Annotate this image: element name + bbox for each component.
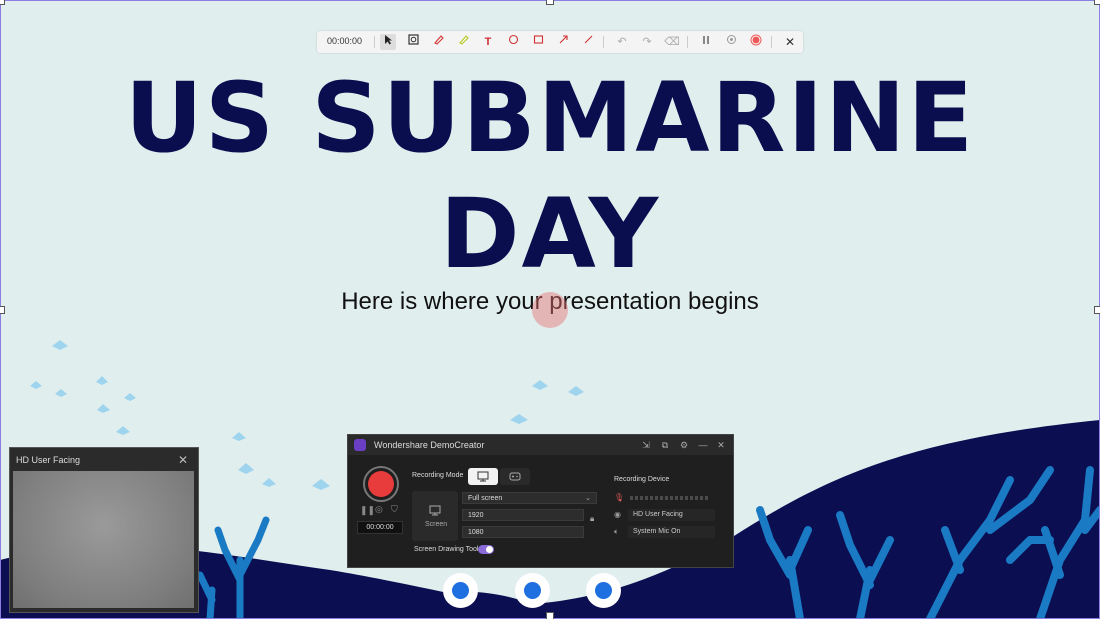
speaker-icon[interactable]: 🔈︎ xyxy=(614,527,619,537)
drawing-tool-toggle[interactable] xyxy=(478,545,494,554)
export-icon[interactable]: ⇲ xyxy=(640,439,652,451)
webcam-title: HD User Facing xyxy=(16,455,81,465)
recorder-panel: Wondershare DemoCreator ⇲ ⧉ ⚙ — ✕ ❚❚ ◎ ⛉… xyxy=(347,434,734,568)
screenshot-icon[interactable]: ⧉ xyxy=(659,439,671,451)
recording-device-label: Recording Device xyxy=(614,476,670,483)
screen-source[interactable]: Screen xyxy=(412,491,458,541)
circle-icon[interactable] xyxy=(505,34,521,50)
resize-handle-top[interactable] xyxy=(546,0,554,5)
text-icon[interactable]: T xyxy=(480,34,496,50)
aspect-lock-icon[interactable]: 🔒︎ xyxy=(590,514,594,524)
pause-icon[interactable] xyxy=(698,34,714,50)
rectangle-icon[interactable] xyxy=(530,34,546,50)
shield-icon[interactable]: ⛉ xyxy=(391,504,398,515)
restart-icon[interactable]: ◎ xyxy=(375,504,383,515)
recording-timer: 00:00:00 xyxy=(357,521,403,534)
pause-icon[interactable]: ❚❚ xyxy=(360,505,375,516)
highlighter-icon[interactable] xyxy=(455,34,471,50)
eraser-icon[interactable]: ⌫ xyxy=(664,34,680,50)
close-icon[interactable]: ✕ xyxy=(782,34,798,50)
restart-icon[interactable] xyxy=(723,34,739,50)
recorder-title: Wondershare DemoCreator xyxy=(374,440,485,450)
settings-icon[interactable]: ⚙ xyxy=(678,439,690,451)
toggle-knob xyxy=(486,546,493,553)
arrow-icon[interactable] xyxy=(555,34,571,50)
record-dot xyxy=(368,471,394,497)
resize-handle-right[interactable] xyxy=(1094,306,1100,314)
drawing-tool-label: Screen Drawing Tool xyxy=(414,546,479,553)
toolbar-divider xyxy=(771,36,772,48)
webcam-preview-window[interactable]: HD User Facing ✕ xyxy=(9,447,199,613)
recorder-titlebar[interactable]: Wondershare DemoCreator ⇲ ⧉ ⚙ — ✕ xyxy=(348,435,733,455)
pen-icon[interactable] xyxy=(430,34,446,50)
camera-device[interactable]: HD User Facing xyxy=(628,509,715,521)
cursor-icon[interactable] xyxy=(380,34,396,50)
capture-area-dropdown[interactable]: Full screen ⌄ xyxy=(462,492,597,504)
screen-mode-button[interactable] xyxy=(468,468,498,485)
resize-handle-bottom[interactable] xyxy=(546,612,554,619)
close-icon[interactable]: ✕ xyxy=(715,439,727,451)
redo-icon[interactable]: ↷ xyxy=(639,34,655,50)
height-input[interactable]: 1080 xyxy=(462,526,584,538)
line-icon[interactable] xyxy=(580,34,596,50)
slide-nav-dot[interactable] xyxy=(443,573,478,608)
toolbar-divider xyxy=(603,36,604,48)
slide-nav-dot[interactable] xyxy=(586,573,621,608)
screen-drawing-toolbar: 00:00:00 T ↶ ↷ ⌫ ✕ xyxy=(317,31,803,53)
recording-mode-label: Recording Mode xyxy=(412,472,464,479)
spotlight-icon[interactable] xyxy=(405,34,421,50)
toolbar-divider xyxy=(374,36,375,48)
slide-nav-dot[interactable] xyxy=(515,573,550,608)
undo-icon[interactable]: ↶ xyxy=(614,34,630,50)
chevron-down-icon: ⌄ xyxy=(585,495,591,502)
app-logo-icon xyxy=(354,439,366,451)
webcam-feed xyxy=(13,471,194,608)
mic-device[interactable]: System Mic On xyxy=(628,526,715,538)
resize-handle-top-left[interactable] xyxy=(0,0,5,5)
capture-area-value: Full screen xyxy=(468,495,503,502)
minimize-icon[interactable]: — xyxy=(697,439,709,451)
resize-handle-left[interactable] xyxy=(0,306,5,314)
width-input[interactable]: 1920 xyxy=(462,509,584,521)
game-mode-button[interactable] xyxy=(500,468,530,485)
resize-handle-top-right[interactable] xyxy=(1094,0,1100,5)
monitor-icon xyxy=(429,505,441,516)
toolbar-timer: 00:00:00 xyxy=(327,36,363,46)
close-icon[interactable]: ✕ xyxy=(178,453,188,467)
camera-icon[interactable]: ◉ xyxy=(614,510,621,519)
record-stop-icon[interactable] xyxy=(748,34,764,50)
screen-label: Screen xyxy=(425,521,448,528)
microphone-muted-icon[interactable]: 🎙︎ xyxy=(614,493,624,502)
toolbar-divider xyxy=(687,36,688,48)
record-button[interactable] xyxy=(363,466,399,502)
